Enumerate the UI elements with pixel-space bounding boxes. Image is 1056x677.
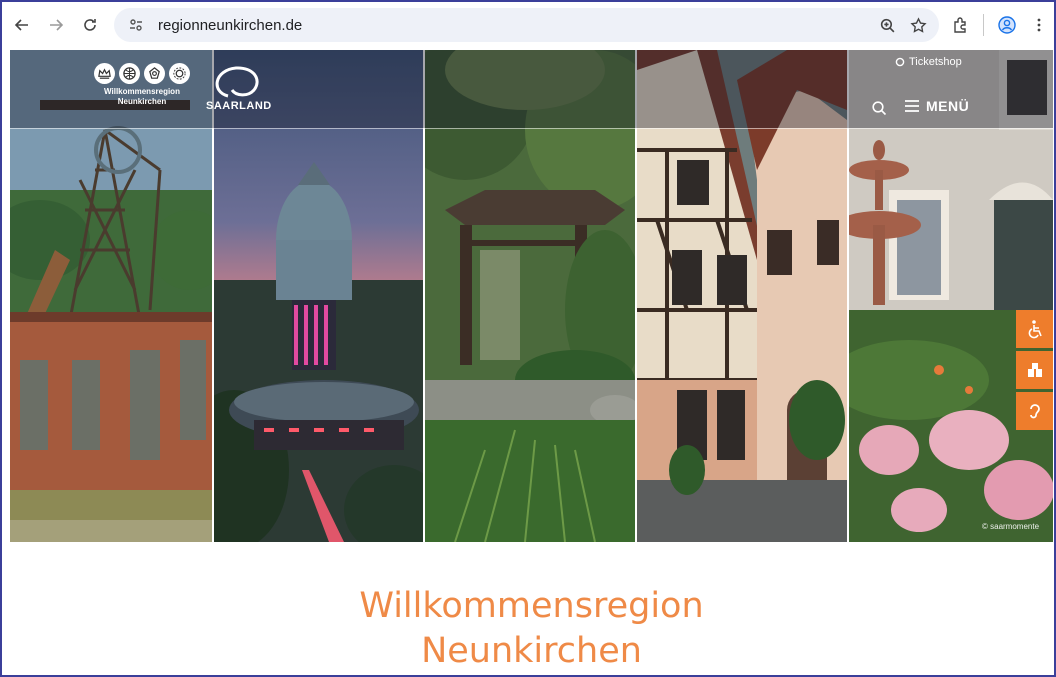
url-text[interactable]: regionneunkirchen.de — [158, 17, 302, 34]
hero-gallery: Willkommensregion Neunkirchen SAARLAND T… — [10, 50, 1053, 542]
headline-line1: Willkommensregion — [359, 586, 704, 626]
region-logo[interactable]: Willkommensregion Neunkirchen — [94, 63, 214, 123]
saarland-logo[interactable]: SAARLAND — [206, 62, 276, 118]
reload-button[interactable] — [76, 11, 104, 39]
back-icon — [14, 19, 28, 31]
easy-language-tab[interactable] — [1016, 351, 1053, 389]
address-bar[interactable]: regionneunkirchen.de — [114, 8, 939, 42]
photo-credit: © saarmomente — [982, 522, 1040, 531]
headline-line2: Neunkirchen — [421, 631, 642, 671]
header-divider-line — [10, 128, 1053, 129]
saarland-swoosh-icon — [215, 66, 259, 98]
hearing-tab[interactable] — [1016, 392, 1053, 430]
accessibility-tab[interactable] — [1016, 310, 1053, 348]
ticket-icon — [895, 57, 905, 67]
crown-icon — [94, 63, 115, 84]
reload-icon — [84, 19, 96, 31]
logo-text-line2: Neunkirchen — [117, 97, 167, 106]
accessibility-icon — [1028, 320, 1042, 339]
profile-icon[interactable] — [998, 16, 1016, 34]
hamburger-icon — [905, 100, 919, 112]
ticketshop-link[interactable]: Ticketshop — [895, 56, 962, 68]
forward-button[interactable] — [42, 11, 70, 39]
browser-toolbar: regionneunkirchen.de — [2, 2, 1054, 48]
menu-button[interactable]: MENÜ — [904, 98, 969, 114]
extensions-icon[interactable] — [951, 16, 969, 34]
star-icon[interactable] — [910, 16, 927, 34]
ticketshop-label: Ticketshop — [909, 56, 962, 68]
toolbar-separator — [983, 14, 984, 36]
more-icon[interactable] — [1030, 16, 1048, 34]
site-settings-icon[interactable] — [128, 17, 144, 33]
hearing-icon — [1029, 404, 1040, 419]
side-tab-bar — [1016, 310, 1053, 433]
logo-text-line1: Willkommensregion — [104, 87, 180, 96]
gear-icon — [169, 63, 190, 84]
search-icon[interactable] — [871, 100, 887, 116]
flower-icon — [144, 63, 165, 84]
easy-language-icon — [1027, 363, 1042, 377]
menu-label: MENÜ — [926, 98, 970, 114]
back-button[interactable] — [8, 11, 36, 39]
globe-icon — [119, 63, 140, 84]
zoom-icon[interactable] — [879, 17, 896, 34]
forward-icon — [50, 19, 64, 31]
saarland-text: SAARLAND — [206, 100, 272, 112]
page-headline: Willkommensregion Neunkirchen — [10, 584, 1053, 674]
